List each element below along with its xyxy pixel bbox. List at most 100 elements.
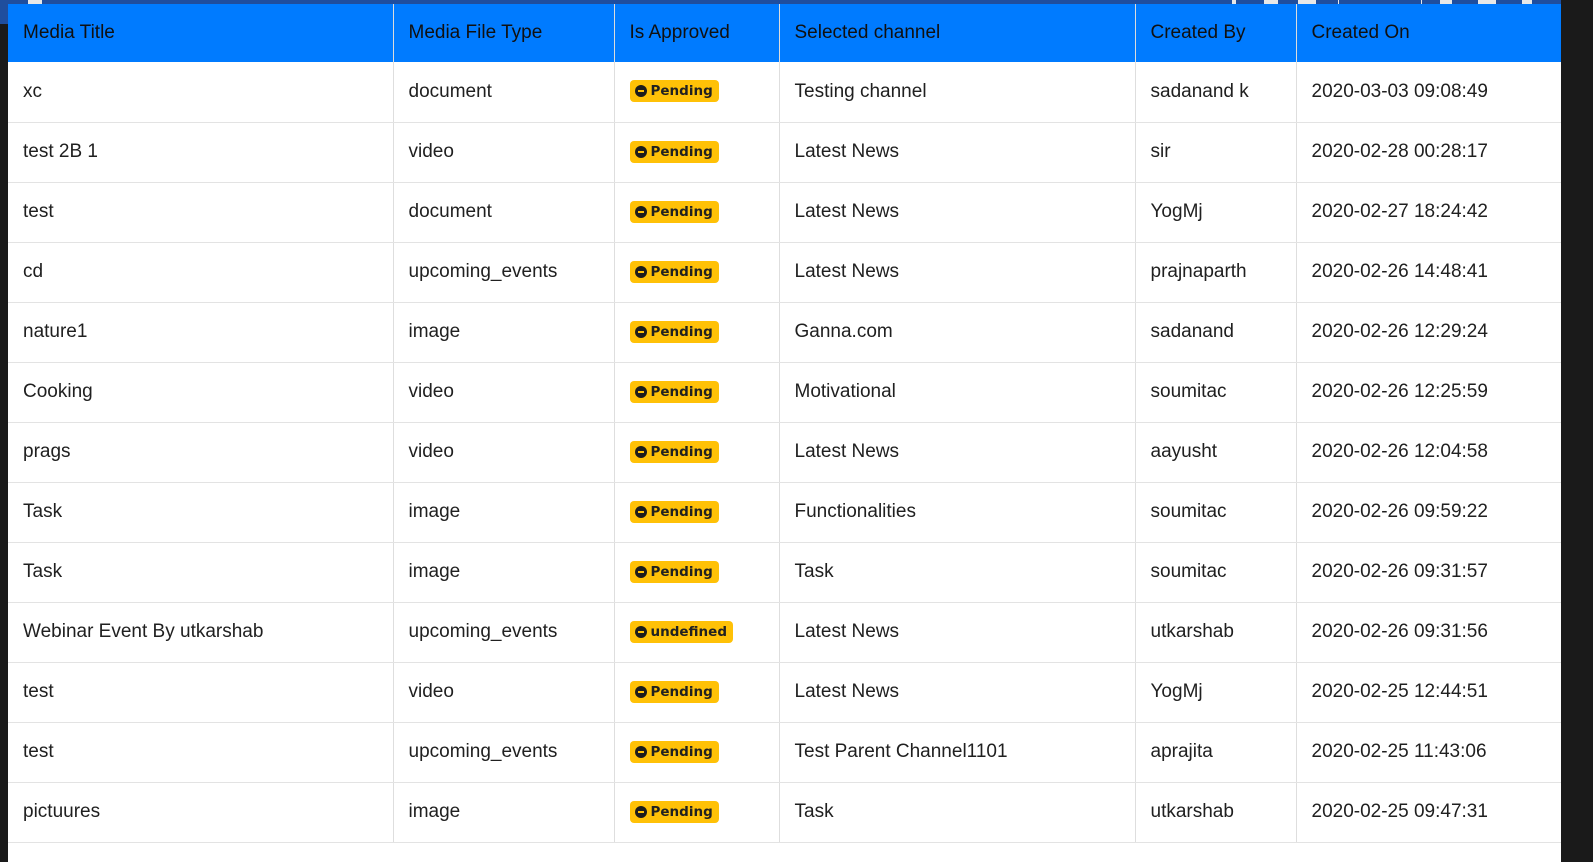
table-row[interactable]: Webinar Event By utkarshab upcoming_even…: [8, 602, 1561, 663]
cell-media-file-type: video: [393, 122, 615, 183]
table-row[interactable]: Task image Pending Functionalities soumi…: [8, 482, 1561, 543]
status-badge: Pending: [629, 680, 719, 703]
cell-media-file-type: image: [393, 302, 615, 363]
minus-circle-icon: [634, 325, 647, 338]
status-badge: Pending: [629, 320, 719, 343]
status-badge: Pending: [629, 500, 719, 523]
status-badge: Pending: [629, 440, 719, 463]
cell-is-approved: Pending: [614, 182, 780, 243]
status-badge-label: Pending: [650, 803, 713, 820]
table-row[interactable]: test upcoming_events Pending Test Parent…: [8, 722, 1561, 783]
cell-created-on: 2020-02-25 11:43:06: [1296, 722, 1561, 783]
cell-is-approved: Pending: [614, 482, 780, 543]
cell-created-on: 2020-02-25 12:44:51: [1296, 662, 1561, 723]
cell-created-on: 2020-02-26 09:31:57: [1296, 542, 1561, 603]
cell-created-by: prajnaparth: [1135, 242, 1297, 303]
cell-created-on: 2020-02-26 09:31:56: [1296, 602, 1561, 663]
cell-selected-channel: Latest News: [779, 602, 1136, 663]
status-badge-label: Pending: [650, 83, 713, 100]
minus-circle-icon: [634, 805, 647, 818]
status-badge: Pending: [629, 560, 719, 583]
cell-selected-channel: Task: [779, 542, 1136, 603]
minus-circle-icon: [634, 145, 647, 158]
cell-is-approved: Pending: [614, 122, 780, 183]
status-badge-label: Pending: [650, 263, 713, 280]
cell-media-file-type: image: [393, 782, 615, 843]
cell-media-title: test: [8, 662, 394, 723]
table-row[interactable]: test document Pending Latest News YogMj …: [8, 182, 1561, 243]
cell-media-title: prags: [8, 422, 394, 483]
cell-is-approved: Pending: [614, 422, 780, 483]
column-header-selected-channel[interactable]: Selected channel: [779, 4, 1136, 62]
cell-is-approved: Pending: [614, 302, 780, 363]
cell-created-by: soumitac: [1135, 362, 1297, 423]
cell-created-on: 2020-02-26 09:59:22: [1296, 482, 1561, 543]
cell-media-title: Webinar Event By utkarshab: [8, 602, 394, 663]
cell-media-file-type: image: [393, 542, 615, 603]
status-badge-label: Pending: [650, 743, 713, 760]
table-row[interactable]: nature1 image Pending Ganna.com sadanand…: [8, 302, 1561, 363]
cell-created-by: sadanand: [1135, 302, 1297, 363]
column-header-is-approved[interactable]: Is Approved: [614, 4, 780, 62]
cell-media-title: Cooking: [8, 362, 394, 423]
cell-selected-channel: Motivational: [779, 362, 1136, 423]
cell-media-title: test: [8, 182, 394, 243]
table-body: xc document Pending Testing channel sada…: [8, 62, 1561, 843]
table-row[interactable]: xc document Pending Testing channel sada…: [8, 62, 1561, 123]
cell-created-on: 2020-02-26 12:29:24: [1296, 302, 1561, 363]
cell-created-by: YogMj: [1135, 182, 1297, 243]
window-edge: [1561, 0, 1593, 862]
status-badge-label: undefined: [650, 623, 727, 640]
cell-is-approved: Pending: [614, 722, 780, 783]
cell-media-title: Task: [8, 542, 394, 603]
cell-created-on: 2020-03-03 09:08:49: [1296, 62, 1561, 123]
cell-created-by: aprajita: [1135, 722, 1297, 783]
table-row[interactable]: test video Pending Latest News YogMj 202…: [8, 662, 1561, 723]
cell-is-approved: Pending: [614, 662, 780, 723]
status-badge: undefined: [629, 620, 733, 643]
cell-selected-channel: Latest News: [779, 662, 1136, 723]
column-header-media-file-type[interactable]: Media File Type: [393, 4, 615, 62]
table-row[interactable]: Task image Pending Task soumitac 2020-02…: [8, 542, 1561, 603]
table-row[interactable]: Cooking video Pending Motivational soumi…: [8, 362, 1561, 423]
cell-created-by: sadanand k: [1135, 62, 1297, 123]
table-row[interactable]: cd upcoming_events Pending Latest News p…: [8, 242, 1561, 303]
minus-circle-icon: [634, 385, 647, 398]
minus-circle-icon: [634, 505, 647, 518]
cell-created-by: YogMj: [1135, 662, 1297, 723]
column-header-created-on[interactable]: Created On: [1296, 4, 1561, 62]
cell-selected-channel: Latest News: [779, 182, 1136, 243]
minus-circle-icon: [634, 565, 647, 578]
cell-created-by: soumitac: [1135, 542, 1297, 603]
minus-circle-icon: [634, 685, 647, 698]
table-row[interactable]: prags video Pending Latest News aayusht …: [8, 422, 1561, 483]
cell-created-by: sir: [1135, 122, 1297, 183]
cell-is-approved: Pending: [614, 782, 780, 843]
cell-is-approved: Pending: [614, 362, 780, 423]
cell-created-by: aayusht: [1135, 422, 1297, 483]
minus-circle-icon: [634, 745, 647, 758]
cell-selected-channel: Ganna.com: [779, 302, 1136, 363]
cell-media-title: pictuures: [8, 782, 394, 843]
cell-media-file-type: video: [393, 422, 615, 483]
status-badge-label: Pending: [650, 323, 713, 340]
cell-selected-channel: Task: [779, 782, 1136, 843]
minus-circle-icon: [634, 625, 647, 638]
status-badge: Pending: [629, 800, 719, 823]
cell-media-file-type: video: [393, 662, 615, 723]
table-row[interactable]: pictuures image Pending Task utkarshab 2…: [8, 782, 1561, 843]
cell-created-on: 2020-02-27 18:24:42: [1296, 182, 1561, 243]
status-badge: Pending: [629, 740, 719, 763]
column-header-created-by[interactable]: Created By: [1135, 4, 1297, 62]
cell-created-on: 2020-02-26 12:04:58: [1296, 422, 1561, 483]
status-badge: Pending: [629, 380, 719, 403]
header-row: Media Title Media File Type Is Approved …: [8, 4, 1561, 62]
cell-is-approved: Pending: [614, 242, 780, 303]
status-badge: Pending: [629, 260, 719, 283]
cell-is-approved: Pending: [614, 62, 780, 123]
cell-created-by: utkarshab: [1135, 602, 1297, 663]
table-row[interactable]: test 2B 1 video Pending Latest News sir …: [8, 122, 1561, 183]
cell-selected-channel: Latest News: [779, 422, 1136, 483]
cell-created-by: utkarshab: [1135, 782, 1297, 843]
column-header-media-title[interactable]: Media Title: [8, 4, 394, 62]
